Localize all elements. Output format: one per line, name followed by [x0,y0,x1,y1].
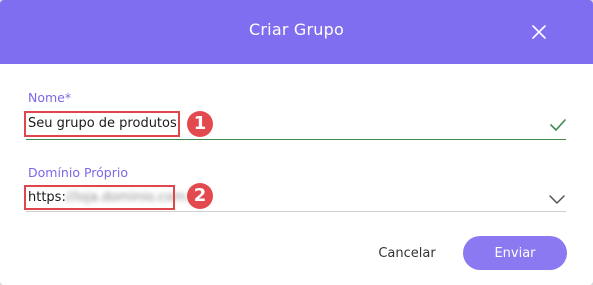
check-icon [550,119,566,131]
domain-field-underline [26,211,566,212]
step-1-badge: 1 [187,111,213,137]
submit-button[interactable]: Enviar [463,236,567,270]
dialog-header: Criar Grupo [0,0,593,64]
domain-field-label: Domínio Próprio [28,165,128,180]
create-group-dialog: Criar Grupo Nome* Seu grupo de produtos … [0,0,593,285]
chevron-down-icon[interactable] [546,191,568,207]
cancel-button[interactable]: Cancelar [371,237,443,269]
name-label-text: Nome [28,90,65,105]
close-icon [532,25,546,39]
close-button[interactable] [527,20,551,44]
domain-highlight-box [24,185,175,210]
name-field-label: Nome* [28,90,71,105]
dialog-title: Criar Grupo [249,20,344,39]
step-2-badge: 2 [187,183,213,209]
required-mark: * [64,90,72,105]
name-field-underline [26,139,566,140]
name-highlight-box [24,111,180,137]
